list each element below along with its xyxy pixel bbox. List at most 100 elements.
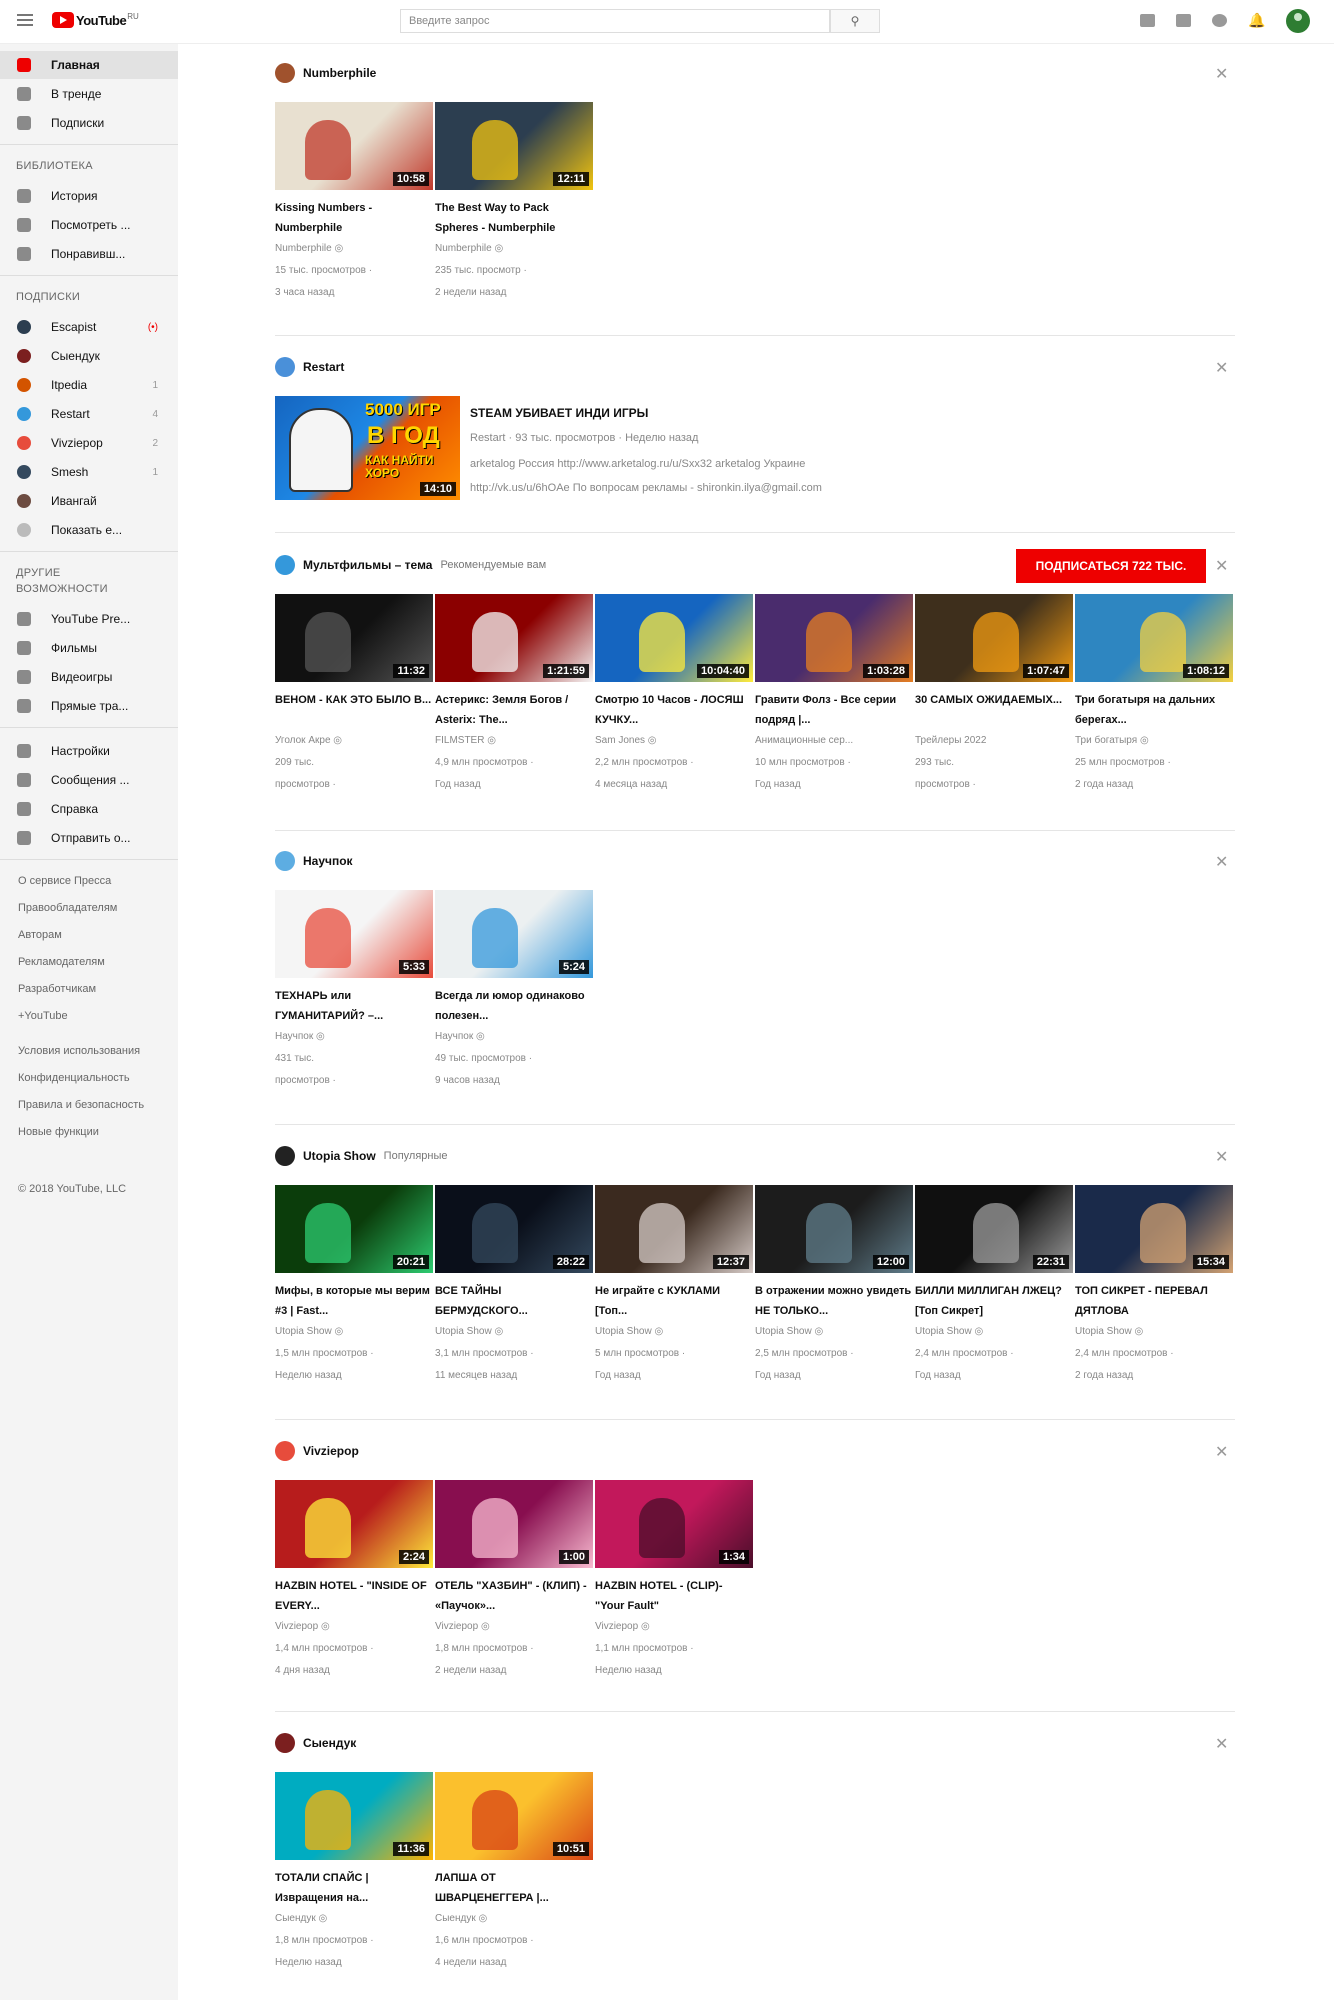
youtube-logo[interactable]: YouTube RU	[52, 12, 139, 28]
sidebar-item-показать-е-[interactable]: Показать е...	[0, 516, 178, 544]
video-card[interactable]: 5:24 Всегда ли юмор одинаково полезен... Н…	[435, 890, 593, 1092]
video-channel[interactable]: Utopia Show ◎	[275, 1321, 433, 1343]
shelf-header[interactable]: Мультфильмы – тема Рекомендуемые вам	[275, 554, 546, 576]
video-channel[interactable]: Сыендук ◎	[435, 1908, 593, 1930]
video-channel[interactable]: Utopia Show ◎	[1075, 1321, 1233, 1343]
shelf-header[interactable]: Vivziepop	[275, 1440, 359, 1462]
video-card[interactable]: 12:00 В отражении можно увидеть НЕ ТОЛЬКО…	[755, 1185, 913, 1387]
video-card[interactable]: 1:08:12 Три богатыря на дальних берегах..…	[1075, 594, 1233, 796]
video-title[interactable]: Не играйте с КУКЛАМИ [Топ...	[595, 1281, 753, 1321]
video-title[interactable]: Астерикс: Земля Богов / Asterix: The...	[435, 690, 593, 730]
video-channel[interactable]: Три богатыря ◎	[1075, 730, 1233, 752]
video-thumbnail[interactable]: 5:33	[275, 890, 433, 978]
sidebar-item-ивангай[interactable]: Ивангай	[0, 487, 178, 515]
video-thumbnail[interactable]: 11:36	[275, 1772, 433, 1860]
footer-link[interactable]: Разработчикам	[18, 983, 96, 995]
messages-icon[interactable]	[1212, 14, 1227, 27]
close-icon[interactable]: ✕	[1215, 64, 1228, 84]
sidebar-item-фильмы[interactable]: Фильмы	[0, 634, 178, 662]
video-thumbnail[interactable]: 1:21:59	[435, 594, 593, 682]
close-icon[interactable]: ✕	[1215, 852, 1228, 872]
close-icon[interactable]: ✕	[1215, 1442, 1228, 1462]
apps-icon[interactable]	[1176, 14, 1191, 27]
video-thumbnail[interactable]: 22:31	[915, 1185, 1073, 1273]
video-title[interactable]: The Best Way to Pack Spheres - Numberphi…	[435, 198, 593, 238]
video-title[interactable]: HAZBIN HOTEL - (CLIP)- "Your Fault"	[595, 1576, 753, 1616]
video-channel[interactable]: Numberphile ◎	[435, 238, 593, 260]
video-channel[interactable]: Utopia Show ◎	[755, 1321, 913, 1343]
video-title[interactable]: БИЛЛИ МИЛЛИГАН ЛЖЕЦ? [Топ Сикрет]	[915, 1281, 1073, 1321]
video-title[interactable]: Смотрю 10 Часов - ЛОСЯШ КУЧКУ...	[595, 690, 753, 730]
search-input[interactable]: Введите запрос	[400, 9, 830, 33]
video-channel[interactable]: Utopia Show ◎	[435, 1321, 593, 1343]
close-icon[interactable]: ✕	[1215, 556, 1228, 576]
video-card[interactable]: 12:37 Не играйте с КУКЛАМИ [Топ... Utopia …	[595, 1185, 753, 1387]
video-title[interactable]: Всегда ли юмор одинаково полезен...	[435, 986, 593, 1026]
video-title[interactable]: ВСЕ ТАЙНЫ БЕРМУДСКОГО...	[435, 1281, 593, 1321]
video-thumbnail[interactable]: 12:37	[595, 1185, 753, 1273]
sidebar-item-главная[interactable]: Главная	[0, 51, 178, 79]
video-card[interactable]: 12:11 The Best Way to Pack Spheres - Numb…	[435, 102, 593, 304]
sidebar-item-smesh[interactable]: Smesh 1	[0, 458, 178, 486]
footer-link[interactable]: Правообладателям	[18, 902, 117, 914]
video-card[interactable]: 1:03:28 Гравити Фолз - Все серии подряд |…	[755, 594, 913, 796]
video-thumbnail[interactable]: 5:24	[435, 890, 593, 978]
video-title[interactable]: STEAM УБИВАЕТ ИНДИ ИГРЫ	[470, 406, 648, 420]
video-card[interactable]: 10:04:40 Смотрю 10 Часов - ЛОСЯШ КУЧКУ...…	[595, 594, 753, 796]
sidebar-item-посмотреть-[interactable]: Посмотреть ...	[0, 211, 178, 239]
search-button[interactable]: ⚲	[830, 9, 880, 33]
video-title[interactable]: Гравити Фолз - Все серии подряд |...	[755, 690, 913, 730]
video-thumbnail[interactable]: 1:03:28	[755, 594, 913, 682]
footer-link[interactable]: Авторам	[18, 929, 62, 941]
shelf-header[interactable]: Restart	[275, 356, 344, 378]
footer-link[interactable]: Условия использования	[18, 1045, 140, 1057]
video-thumbnail[interactable]: 10:04:40	[595, 594, 753, 682]
video-thumbnail[interactable]: 1:00	[435, 1480, 593, 1568]
footer-link[interactable]: Новые функции	[18, 1126, 99, 1138]
video-channel[interactable]: Vivziepop ◎	[595, 1616, 753, 1638]
video-title[interactable]: ЛАПША ОТ ШВАРЦЕНЕГГЕРА |...	[435, 1868, 593, 1908]
video-card[interactable]: 22:31 БИЛЛИ МИЛЛИГАН ЛЖЕЦ? [Топ Сикрет] Ut…	[915, 1185, 1073, 1387]
footer-link[interactable]: Рекламодателям	[18, 956, 105, 968]
video-thumbnail[interactable]: 1:34	[595, 1480, 753, 1568]
shelf-header[interactable]: Научпок	[275, 850, 353, 872]
video-thumbnail[interactable]: 15:34	[1075, 1185, 1233, 1273]
video-thumbnail[interactable]: 28:22	[435, 1185, 593, 1273]
video-channel[interactable]: Анимационные сер...	[755, 730, 913, 752]
video-title[interactable]: В отражении можно увидеть НЕ ТОЛЬКО...	[755, 1281, 913, 1321]
video-card[interactable]: 15:34 ТОП СИКРЕТ - ПЕРЕВАЛ ДЯТЛОВА Utopia …	[1075, 1185, 1233, 1387]
footer-link[interactable]: Правила и безопасность	[18, 1099, 144, 1111]
video-thumbnail[interactable]: 20:21	[275, 1185, 433, 1273]
video-channel[interactable]: Сыендук ◎	[275, 1908, 433, 1930]
close-icon[interactable]: ✕	[1215, 1734, 1228, 1754]
sidebar-item-видеоигры[interactable]: Видеоигры	[0, 663, 178, 691]
video-title[interactable]: Kissing Numbers - Numberphile	[275, 198, 433, 238]
video-thumbnail[interactable]: 10:58	[275, 102, 433, 190]
sidebar-item-vivziepop[interactable]: Vivziepop 2	[0, 429, 178, 457]
video-title[interactable]: ОТЕЛЬ "ХАЗБИН" - (КЛИП) - «Паучок»...	[435, 1576, 593, 1616]
video-card[interactable]: 1:34 HAZBIN HOTEL - (CLIP)- "Your Fault" V…	[595, 1480, 753, 1682]
video-thumbnail[interactable]: 2:24	[275, 1480, 433, 1568]
shelf-header[interactable]: Numberphile	[275, 62, 376, 84]
video-card[interactable]: 10:51 ЛАПША ОТ ШВАРЦЕНЕГГЕРА |... Сыендук …	[435, 1772, 593, 1974]
sidebar-item-restart[interactable]: Restart 4	[0, 400, 178, 428]
close-icon[interactable]: ✕	[1215, 358, 1228, 378]
video-card[interactable]: 20:21 Мифы, в которые мы верим #3 | Fast.…	[275, 1185, 433, 1387]
video-title[interactable]: ТОП СИКРЕТ - ПЕРЕВАЛ ДЯТЛОВА	[1075, 1281, 1233, 1321]
menu-icon[interactable]	[17, 14, 33, 26]
video-title[interactable]: ТОТАЛИ СПАЙС | Извращения на...	[275, 1868, 433, 1908]
video-channel[interactable]: Vivziepop ◎	[435, 1616, 593, 1638]
video-thumbnail[interactable]: 11:32	[275, 594, 433, 682]
video-card[interactable]: 5:33 ТЕХНАРЬ или ГУМАНИТАРИЙ? –... Научпок…	[275, 890, 433, 1092]
video-channel[interactable]: Научпок ◎	[275, 1026, 433, 1048]
sidebar-item-настройки[interactable]: Настройки	[0, 737, 178, 765]
sidebar-item-понравивш-[interactable]: Понравивш...	[0, 240, 178, 268]
video-title[interactable]: ТЕХНАРЬ или ГУМАНИТАРИЙ? –...	[275, 986, 433, 1026]
video-channel[interactable]: Vivziepop ◎	[275, 1616, 433, 1638]
sidebar-item-escapist[interactable]: Escapist (•)	[0, 313, 178, 341]
video-title[interactable]: Три богатыря на дальних берегах...	[1075, 690, 1233, 730]
sidebar-item-история[interactable]: История	[0, 182, 178, 210]
video-channel[interactable]: Utopia Show ◎	[595, 1321, 753, 1343]
video-card[interactable]: 28:22 ВСЕ ТАЙНЫ БЕРМУДСКОГО... Utopia Show…	[435, 1185, 593, 1387]
footer-link[interactable]: +YouTube	[18, 1010, 68, 1022]
